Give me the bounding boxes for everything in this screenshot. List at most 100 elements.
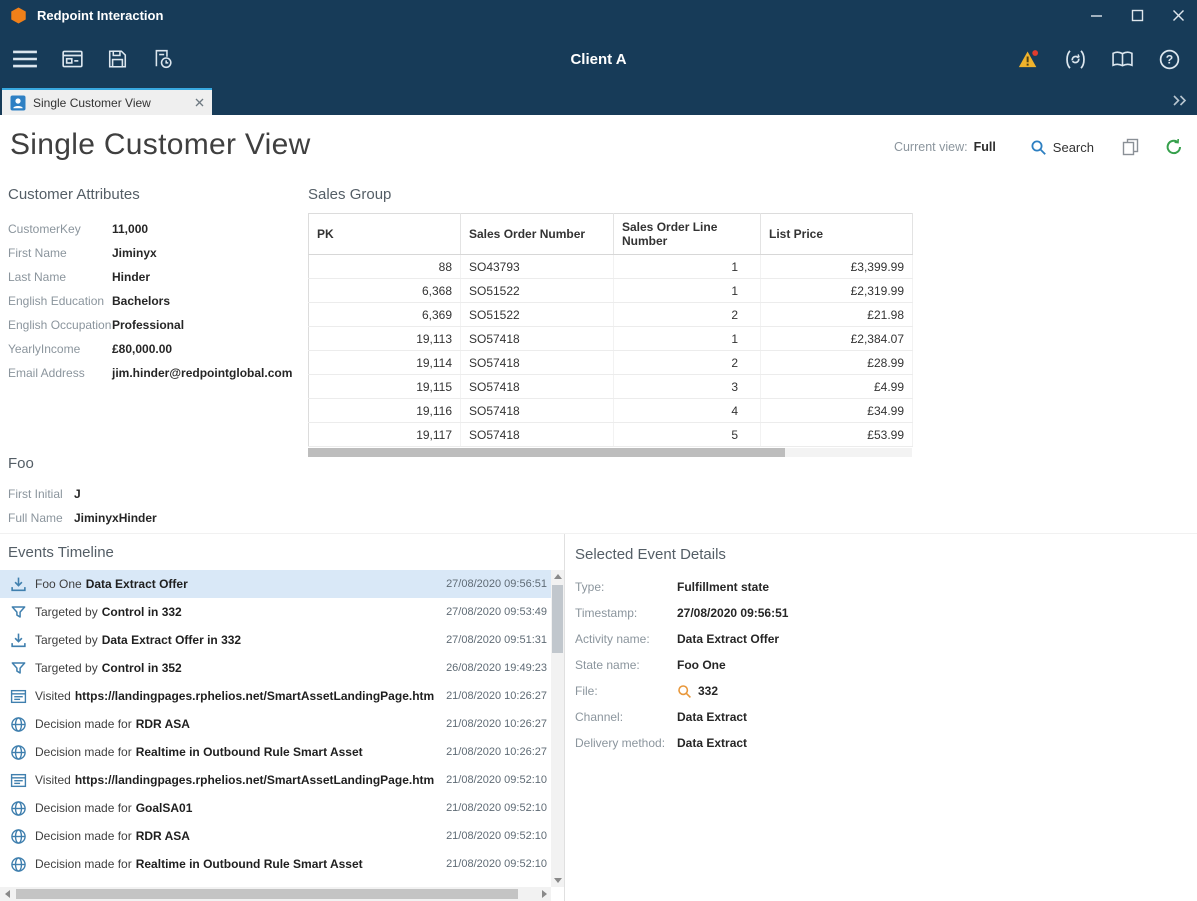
detail-row: State name:Foo One — [575, 657, 1197, 673]
menu-icon[interactable] — [12, 49, 38, 69]
event-subject: Control in 352 — [102, 661, 182, 675]
event-prefix: Visited — [35, 773, 71, 787]
attribute-value: £80,000.00 — [112, 342, 172, 356]
scrollbar-thumb[interactable] — [552, 585, 563, 653]
attribute-row: First InitialJ — [8, 482, 157, 506]
event-row[interactable]: Decision made forRealtime in Outbound Ru… — [0, 850, 551, 878]
webpage-icon — [10, 772, 27, 789]
table-row[interactable]: 88SO437931£3,399.99 — [309, 255, 913, 279]
decision-globe-icon — [10, 828, 27, 845]
detail-row: Activity name:Data Extract Offer — [575, 631, 1197, 647]
event-timestamp: 21/08/2020 10:26:27 — [446, 718, 547, 730]
table-row[interactable]: 6,368SO515221£2,319.99 — [309, 279, 913, 303]
help-icon[interactable] — [1158, 49, 1181, 70]
save-icon[interactable] — [107, 49, 128, 69]
table-row[interactable]: 19,116SO574184£34.99 — [309, 399, 913, 423]
event-prefix: Decision made for — [35, 829, 132, 843]
scrollbar-thumb[interactable] — [308, 448, 785, 457]
scrollbar-thumb[interactable] — [16, 889, 518, 899]
decision-globe-icon — [10, 744, 27, 761]
event-row[interactable]: Decision made forRDR ASA 21/08/2020 09:5… — [0, 822, 551, 850]
table-row[interactable]: 19,115SO574183£4.99 — [309, 375, 913, 399]
scroll-right-icon[interactable] — [537, 887, 551, 901]
detail-label: State name: — [575, 658, 677, 672]
foo-section: Foo First InitialJ Full NameJiminyxHinde… — [8, 455, 157, 530]
event-row[interactable]: Targeted byData Extract Offer in 332 27/… — [0, 626, 551, 654]
scroll-down-icon[interactable] — [551, 874, 564, 887]
column-header[interactable]: Sales Order Line Number — [614, 214, 761, 255]
table-row[interactable]: 6,369SO515222£21.98 — [309, 303, 913, 327]
event-row[interactable]: Visited https://landingpages.rphelios.net… — [0, 766, 551, 794]
cell-order: SO57418 — [461, 375, 614, 399]
cell-pk: 19,116 — [309, 399, 461, 423]
event-row[interactable]: Decision made forGoalSA01 21/08/2020 09:… — [0, 794, 551, 822]
app-logo-icon — [10, 7, 27, 24]
close-tab-icon[interactable] — [195, 98, 204, 107]
attribute-label: YearlyIncome — [8, 342, 112, 356]
event-subject: GoalSA01 — [136, 801, 193, 815]
cell-pk: 6,368 — [309, 279, 461, 303]
sales-group-section: Sales Group PK Sales Order Number Sales … — [308, 186, 912, 457]
event-subject: Control in 332 — [102, 605, 182, 619]
table-row[interactable]: 19,114SO574182£28.99 — [309, 351, 913, 375]
refresh-icon[interactable] — [1165, 138, 1183, 156]
cell-line: 2 — [614, 303, 761, 327]
attribute-row: Email Addressjim.hinder@redpointglobal.c… — [8, 361, 302, 385]
search-icon — [1030, 139, 1047, 156]
search-button[interactable]: Search — [1030, 139, 1094, 156]
event-row[interactable]: Decision made forRealtime in Outbound Ru… — [0, 738, 551, 766]
current-view-value[interactable]: Full — [974, 140, 996, 154]
detail-value: Data Extract Offer — [677, 632, 779, 646]
copy-icon[interactable] — [1122, 138, 1139, 156]
event-row[interactable]: Targeted byControl in 332 27/08/2020 09:… — [0, 598, 551, 626]
event-prefix: Visited — [35, 689, 71, 703]
close-button[interactable] — [1172, 9, 1185, 22]
minimize-button[interactable] — [1090, 9, 1103, 22]
event-row[interactable]: Targeted byControl in 352 26/08/2020 19:… — [0, 654, 551, 682]
alerts-icon[interactable] — [1017, 49, 1040, 70]
event-row[interactable]: Foo OneData Extract Offer 27/08/2020 09:… — [0, 570, 551, 598]
scroll-up-icon[interactable] — [551, 570, 564, 583]
maximize-button[interactable] — [1131, 9, 1144, 22]
app-title: Redpoint Interaction — [37, 8, 163, 23]
event-subject: https://landingpages.rphelios.net/SmartA… — [75, 773, 434, 787]
cell-price: £3,399.99 — [761, 255, 913, 279]
library-icon[interactable] — [1111, 49, 1134, 70]
event-row[interactable]: Decision made forRDR ASA 21/08/2020 10:2… — [0, 710, 551, 738]
attribute-value: Jiminyx — [112, 246, 157, 260]
event-prefix: Decision made for — [35, 717, 132, 731]
sync-icon[interactable] — [1064, 49, 1087, 70]
detail-value[interactable]: 332 — [698, 684, 718, 698]
event-subject: RDR ASA — [136, 829, 190, 843]
attribute-label: English Occupation — [8, 318, 112, 332]
table-row[interactable]: 19,113SO574181£2,384.07 — [309, 327, 913, 351]
detail-value: Foo One — [677, 658, 726, 672]
cell-line: 1 — [614, 279, 761, 303]
column-header[interactable]: Sales Order Number — [461, 214, 614, 255]
events-vertical-scrollbar[interactable] — [551, 570, 564, 887]
column-header[interactable]: List Price — [761, 214, 913, 255]
events-horizontal-scrollbar[interactable] — [0, 887, 551, 901]
tab-single-customer-view[interactable]: Single Customer View — [2, 88, 212, 115]
cell-line: 4 — [614, 399, 761, 423]
history-icon[interactable] — [152, 49, 173, 69]
detail-value: 27/08/2020 09:56:51 — [677, 606, 788, 620]
table-header-row: PK Sales Order Number Sales Order Line N… — [309, 214, 913, 255]
attribute-row: English EducationBachelors — [8, 289, 302, 313]
workspace-icon[interactable] — [62, 49, 83, 69]
cell-line: 1 — [614, 327, 761, 351]
sales-horizontal-scrollbar[interactable] — [308, 448, 912, 457]
tab-overflow-icon[interactable] — [1172, 94, 1187, 107]
section-title: Sales Group — [308, 186, 912, 203]
attribute-label: English Education — [8, 294, 112, 308]
attribute-value: Bachelors — [112, 294, 170, 308]
scroll-left-icon[interactable] — [0, 887, 14, 901]
current-view-label: Current view: — [894, 140, 968, 154]
cell-order: SO57418 — [461, 423, 614, 447]
column-header[interactable]: PK — [309, 214, 461, 255]
event-row[interactable]: Visitedhttps://landingpages.rphelios.net… — [0, 682, 551, 710]
webpage-icon — [10, 688, 27, 705]
cell-order: SO57418 — [461, 351, 614, 375]
table-row[interactable]: 19,117SO574185£53.99 — [309, 423, 913, 447]
file-search-icon[interactable] — [677, 684, 692, 699]
